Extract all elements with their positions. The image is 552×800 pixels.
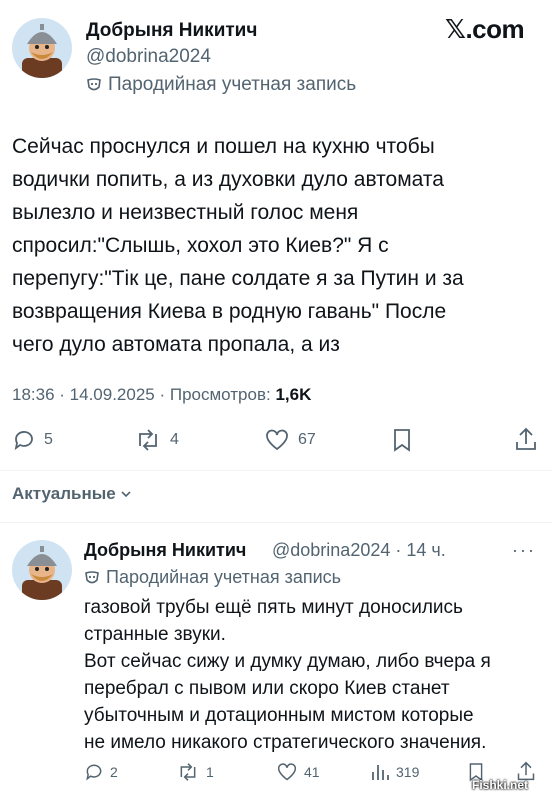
more-icon[interactable]: ··· bbox=[512, 540, 536, 561]
reply-like-count: 41 bbox=[304, 764, 320, 780]
parody-label: Пародийная учетная запись bbox=[86, 74, 356, 96]
reply-views-button[interactable]: 319 bbox=[370, 762, 419, 782]
repost-icon bbox=[180, 763, 196, 781]
reply-views-count: 319 bbox=[396, 764, 420, 780]
like-icon bbox=[266, 429, 288, 451]
share-icon bbox=[516, 427, 536, 450]
parody-text: Пародийная учетная запись bbox=[108, 74, 357, 95]
tab-relevant[interactable]: Актуальные bbox=[12, 484, 132, 504]
divider bbox=[0, 522, 552, 523]
tweet-text: Сейчас проснулся и пошел на кухню чтобы … bbox=[12, 135, 464, 356]
parody-mask-icon bbox=[84, 570, 100, 586]
reply-handle[interactable]: @dobrina2024 bbox=[272, 540, 390, 560]
reply-reply-count: 2 bbox=[110, 764, 118, 780]
parody-mask-icon bbox=[86, 77, 102, 93]
reply-icon bbox=[14, 431, 33, 451]
reply-repost-button[interactable]: 1 bbox=[176, 762, 214, 782]
reply-avatar[interactable] bbox=[12, 540, 72, 600]
repost-button[interactable]: 4 bbox=[134, 428, 179, 452]
views-label: Просмотров: bbox=[169, 385, 271, 404]
reply-repost-count: 1 bbox=[206, 764, 214, 780]
share-button[interactable] bbox=[514, 426, 538, 452]
tweet-time[interactable]: 18:36 bbox=[12, 385, 55, 404]
bookmark-button[interactable] bbox=[392, 428, 412, 452]
x-icon: 𝕏 bbox=[445, 15, 466, 45]
reply-text: газовой трубы ещё пять минут доносились … bbox=[84, 597, 491, 753]
reply-author-name[interactable]: Добрыня Никитич bbox=[84, 540, 246, 561]
avatar[interactable] bbox=[12, 18, 72, 78]
like-button[interactable]: 67 bbox=[264, 428, 316, 452]
reply-reply-button[interactable]: 2 bbox=[84, 762, 118, 782]
tweet-date[interactable]: 14.09.2025 bbox=[70, 385, 155, 404]
divider bbox=[0, 470, 552, 471]
chevron-down-icon bbox=[121, 491, 131, 498]
repost-icon bbox=[139, 429, 157, 451]
reply-like-button[interactable]: 41 bbox=[276, 762, 320, 782]
bookmark-icon bbox=[394, 429, 410, 452]
like-icon bbox=[277, 763, 297, 781]
reply-age[interactable]: 14 ч. bbox=[406, 540, 445, 560]
author-name[interactable]: Добрыня Никитич bbox=[86, 20, 257, 42]
reply-icon bbox=[86, 764, 102, 781]
repost-count: 4 bbox=[170, 431, 179, 448]
reply-parody-label: Пародийная учетная запись bbox=[84, 567, 341, 588]
author-handle[interactable]: @dobrina2024 bbox=[86, 46, 211, 68]
views-count: 1,6K bbox=[275, 385, 312, 404]
views-icon bbox=[372, 765, 389, 780]
reply-parody-text: Пародийная учетная запись bbox=[106, 567, 342, 587]
reply-meta: @dobrina2024 · 14 ч. bbox=[272, 540, 446, 560]
like-count: 67 bbox=[298, 431, 316, 448]
logo-text: .com bbox=[465, 14, 525, 44]
tab-relevant-label: Актуальные bbox=[12, 484, 116, 503]
reply-button[interactable]: 5 bbox=[12, 428, 53, 452]
x-logo: 𝕏.com bbox=[445, 14, 525, 45]
watermark: Fishki.net bbox=[472, 778, 529, 792]
reply-count: 5 bbox=[44, 431, 53, 448]
tweet-meta: 18:36 · 14.09.2025 · Просмотров: 1,6K bbox=[12, 385, 312, 404]
